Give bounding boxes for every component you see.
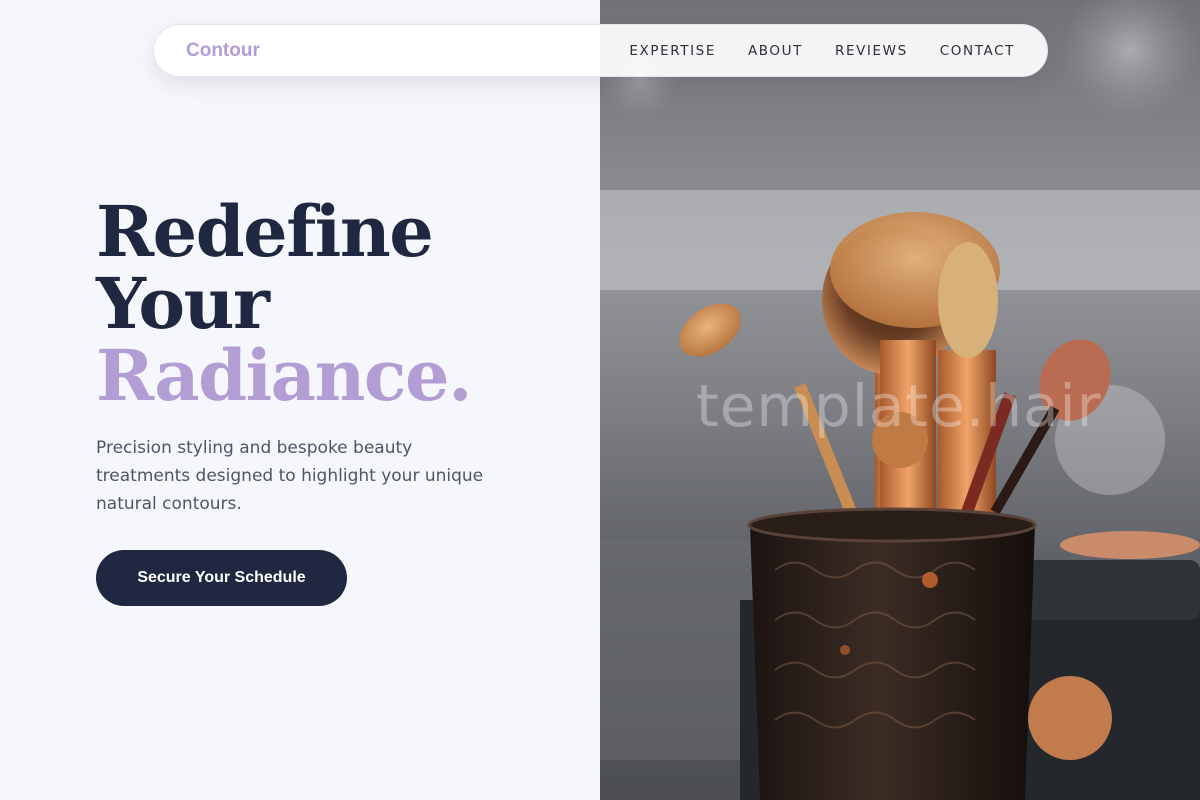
top-navbar: Contour EXPERTISE ABOUT REVIEWS CONTACT — [153, 24, 1048, 77]
headline-line-1: Redefine — [96, 190, 434, 273]
nav-item-expertise: EXPERTISE — [629, 42, 716, 60]
hero-headline: Redefine Your Radiance. — [96, 196, 566, 412]
watermark-text: template.hair — [696, 372, 1102, 440]
nav-item-about: ABOUT — [748, 42, 803, 60]
hero-subtitle: Precision styling and bespoke beauty tre… — [96, 438, 484, 514]
hero-section: Redefine Your Radiance. Precision stylin… — [96, 196, 566, 518]
nav-link-about[interactable]: ABOUT — [748, 43, 803, 59]
headline-accent: Radiance. — [96, 334, 472, 417]
nav-link-contact[interactable]: CONTACT — [940, 43, 1015, 59]
nav-links: EXPERTISE ABOUT REVIEWS CONTACT — [629, 42, 1015, 60]
nav-item-contact: CONTACT — [940, 42, 1015, 60]
secure-schedule-button[interactable]: Secure Your Schedule — [96, 550, 347, 606]
nav-item-reviews: REVIEWS — [835, 42, 908, 60]
headline-line-2: Your — [96, 262, 270, 345]
nav-link-reviews[interactable]: REVIEWS — [835, 43, 908, 59]
hero-image: template.hair — [600, 0, 1200, 800]
brand-logo[interactable]: Contour — [186, 40, 260, 62]
nav-link-expertise[interactable]: EXPERTISE — [629, 43, 716, 59]
